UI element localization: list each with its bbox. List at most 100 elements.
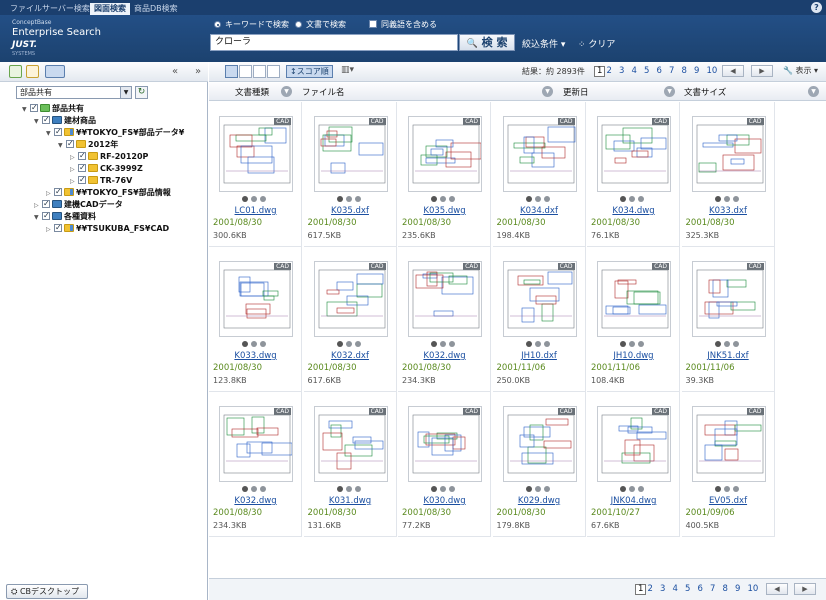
tree-node[interactable]: ▼ 2012年	[58, 138, 118, 150]
preview-pager[interactable]	[620, 485, 660, 493]
pager-dot-icon[interactable]	[440, 341, 446, 347]
result-card[interactable]: CAD K032.dwg 2001/08/30 234.3KB	[398, 247, 491, 392]
pager-dot-icon[interactable]	[354, 196, 361, 202]
file-name-link[interactable]: K032.dxf	[304, 351, 397, 361]
tree-checkbox[interactable]	[54, 126, 62, 137]
file-name-link[interactable]: LC01.dwg	[209, 206, 302, 216]
pager-dot-icon[interactable]	[629, 341, 635, 347]
drawing-thumbnail[interactable]: CAD	[313, 261, 388, 337]
column-updated-menu-icon[interactable]: ▼	[664, 86, 675, 97]
preview-pager[interactable]	[242, 195, 282, 203]
drawing-thumbnail[interactable]: CAD	[313, 116, 388, 192]
pager-dot-icon[interactable]	[732, 341, 739, 347]
tree-node[interactable]: ▷¥¥TOKYO_FS¥部品情報	[46, 186, 171, 198]
drawing-thumbnail[interactable]: CAD	[219, 261, 293, 337]
tab-file-server-search[interactable]: ファイルサーバー検索	[6, 3, 94, 15]
tree-toggle-icon[interactable]: ▼	[46, 128, 53, 139]
add-folder-icon[interactable]	[9, 65, 22, 78]
pager-dot-icon[interactable]	[251, 486, 257, 492]
pager-dot-icon[interactable]	[431, 486, 437, 492]
pager-dot-icon[interactable]	[714, 486, 721, 492]
drawing-thumbnail[interactable]: CAD	[219, 406, 293, 482]
pager-dot-icon[interactable]	[336, 196, 343, 202]
list-view-icon[interactable]	[239, 65, 252, 78]
pager-dot-icon[interactable]	[345, 196, 352, 202]
preview-pager[interactable]	[525, 485, 566, 493]
result-card[interactable]: CAD EV05.dxf 2001/09/06 400.5KB	[681, 392, 775, 537]
result-card[interactable]: CAD JH10.dwg 2001/11/06 108.4KB	[587, 247, 680, 392]
pager-dot-icon[interactable]	[449, 486, 455, 492]
file-name-link[interactable]: K031.dwg	[304, 496, 397, 506]
pager-dot-icon[interactable]	[543, 341, 550, 347]
tree-node[interactable]: ▼ ¥¥TOKYO_FS¥部品データ¥	[46, 126, 184, 139]
thumbnail-view-icon[interactable]	[225, 65, 238, 78]
preview-pager[interactable]	[336, 340, 377, 348]
result-card[interactable]: CAD K031.dwg 2001/08/30 131.6KB	[303, 392, 397, 537]
tree-toggle-icon[interactable]: ▼	[34, 116, 41, 127]
drawing-thumbnail[interactable]: CAD	[691, 261, 766, 337]
scope-select[interactable]: 部品共有 ▼	[16, 86, 132, 99]
preview-pager[interactable]	[242, 485, 282, 493]
pager-dot-icon[interactable]	[534, 341, 541, 347]
collapse-panel-icon[interactable]: «	[172, 66, 178, 77]
result-card[interactable]: CAD K035.dwg 2001/08/30 235.6KB	[398, 102, 491, 247]
pager-dot-icon[interactable]	[723, 341, 730, 347]
column-updated[interactable]: 更新日	[563, 86, 589, 98]
file-name-link[interactable]: JNK04.dwg	[587, 496, 680, 506]
pager-dot-icon[interactable]	[620, 486, 626, 492]
column-doc-type[interactable]: 文書種類	[235, 86, 269, 98]
page-link[interactable]: 5	[685, 584, 690, 594]
column-doc-size-menu-icon[interactable]: ▼	[808, 86, 819, 97]
result-card[interactable]: CAD K033.dwg 2001/08/30 123.8KB	[209, 247, 302, 392]
sort-by-score-button[interactable]: ↕スコア順	[286, 65, 333, 78]
pager-dot-icon[interactable]	[345, 486, 352, 492]
pager-dot-icon[interactable]	[629, 196, 635, 202]
column-filename[interactable]: ファイル名	[302, 86, 345, 98]
tree-node[interactable]: ▼ 建材商品	[34, 114, 96, 127]
result-card[interactable]: CAD K035.dxf 2001/08/30 617.5KB	[303, 102, 397, 247]
preview-pager[interactable]	[714, 485, 755, 493]
tree-toggle-icon[interactable]: ▼	[34, 212, 41, 223]
page-link[interactable]: 3	[660, 584, 665, 594]
result-card[interactable]: CAD JH10.dxf 2001/11/06 250.0KB	[492, 247, 586, 392]
pager-dot-icon[interactable]	[440, 196, 446, 202]
drawing-thumbnail[interactable]: CAD	[597, 116, 671, 192]
pager-dot-icon[interactable]	[260, 196, 266, 202]
tree-toggle-icon[interactable]: ▼	[22, 104, 29, 115]
preview-pager[interactable]	[714, 340, 755, 348]
preview-pager[interactable]	[336, 485, 377, 493]
pager-dot-icon[interactable]	[242, 341, 248, 347]
file-name-link[interactable]: JH10.dwg	[587, 351, 680, 361]
tree-checkbox[interactable]	[42, 210, 50, 221]
pager-dot-icon[interactable]	[354, 486, 361, 492]
tree-toggle-icon[interactable]: ▷	[70, 164, 77, 175]
tree-node[interactable]: ▷ ¥¥TSUKUBA_FS¥CAD	[46, 222, 169, 234]
tab-drawing-search[interactable]: 図面検索	[90, 3, 130, 15]
pager-dot-icon[interactable]	[629, 486, 635, 492]
tree-checkbox[interactable]	[66, 138, 74, 149]
pager-dot-icon[interactable]	[534, 486, 541, 492]
tree-node[interactable]: ▼ 各種資料	[34, 210, 96, 223]
tree-toggle-icon[interactable]: ▷	[34, 200, 41, 211]
pager-dot-icon[interactable]	[431, 341, 437, 347]
drawing-thumbnail[interactable]: CAD	[502, 261, 577, 337]
column-doc-type-menu-icon[interactable]: ▼	[281, 86, 292, 97]
page-link[interactable]: 6	[698, 584, 703, 594]
drawing-thumbnail[interactable]: CAD	[408, 116, 482, 192]
preview-pager[interactable]	[620, 195, 660, 203]
tree-toggle-icon[interactable]: ▷	[70, 176, 77, 187]
page-link[interactable]: 7	[710, 584, 715, 594]
file-name-link[interactable]: K029.dwg	[493, 496, 586, 506]
result-card[interactable]: CAD JNK51.dxf 2001/11/06 39.3KB	[681, 247, 775, 392]
help-icon[interactable]: ?	[811, 2, 822, 13]
file-name-link[interactable]: JNK51.dxf	[682, 351, 775, 361]
pager-dot-icon[interactable]	[714, 341, 721, 347]
tree-checkbox[interactable]	[54, 186, 62, 197]
file-name-link[interactable]: K033.dxf	[682, 206, 775, 216]
page-link[interactable]: 5	[644, 66, 649, 76]
pager-dot-icon[interactable]	[543, 196, 550, 202]
result-card[interactable]: CAD K034.dxf 2001/08/30 198.4KB	[492, 102, 586, 247]
preview-pager[interactable]	[525, 340, 566, 348]
drawing-thumbnail[interactable]: CAD	[408, 261, 482, 337]
pager-dot-icon[interactable]	[251, 341, 257, 347]
